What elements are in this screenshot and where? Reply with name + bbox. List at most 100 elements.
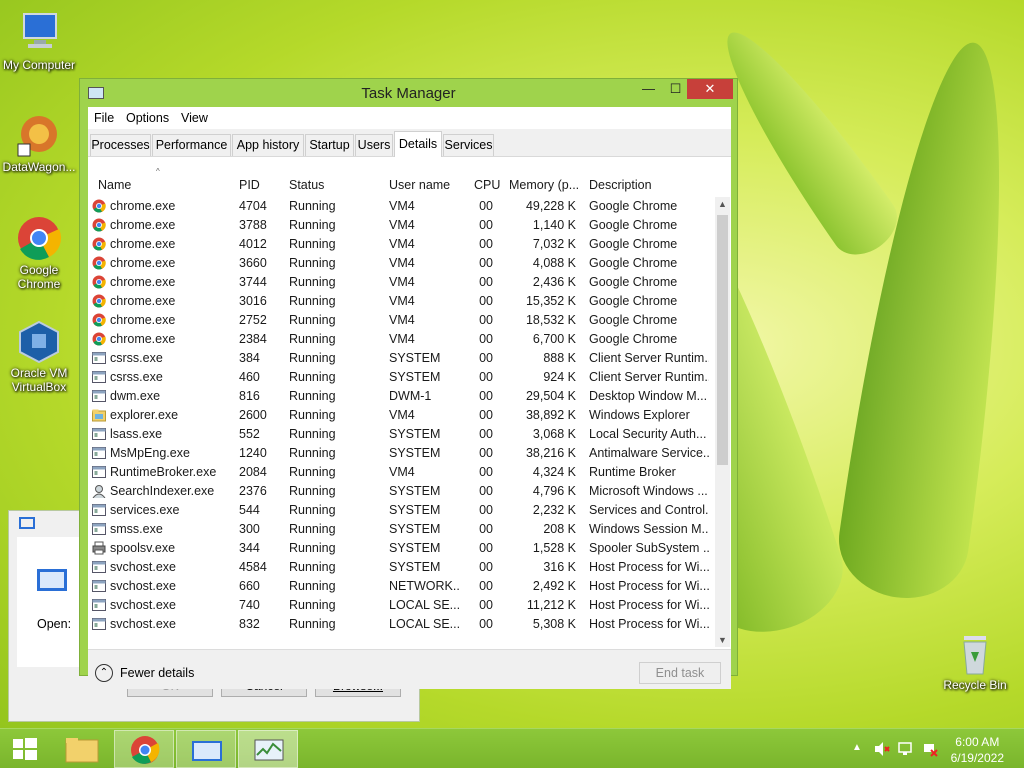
cell-status: Running xyxy=(289,484,336,498)
window-icon xyxy=(92,389,106,403)
menu-file[interactable]: File xyxy=(94,111,114,125)
table-row[interactable]: dwm.exe 816 Running DWM-1 00 29,504 K Desktop … xyxy=(88,387,716,406)
table-row[interactable]: RuntimeBroker.exe 2084 Running VM4 00 4,324 K… xyxy=(88,463,716,482)
cell-cpu: 00 xyxy=(479,579,493,593)
column-header-description[interactable]: Description xyxy=(589,178,709,192)
virtualbox-icon xyxy=(16,318,62,364)
cell-cpu: 00 xyxy=(479,389,493,403)
window-icon xyxy=(92,446,106,460)
desktop-icon-chrome[interactable]: Google Chrome xyxy=(0,215,78,291)
table-row[interactable]: chrome.exe 3788 Running VM4 00 1,140 K Google … xyxy=(88,216,716,235)
volume-muted-icon[interactable] xyxy=(874,741,890,756)
table-row[interactable]: explorer.exe 2600 Running VM4 00 38,892 K Wind… xyxy=(88,406,716,425)
table-row[interactable]: svchost.exe 740 Running LOCAL SE... 00 11,212… xyxy=(88,596,716,615)
cell-pid: 2752 xyxy=(239,313,267,327)
action-center-icon[interactable] xyxy=(922,741,938,757)
desktop-icon-virtualbox[interactable]: Oracle VM VirtualBox xyxy=(0,318,78,394)
taskbar: ▲ 6:00 AM 6/19/2022 xyxy=(0,728,1024,768)
cell-pid: 2384 xyxy=(239,332,267,346)
cell-pid: 832 xyxy=(239,617,260,631)
desktop-icon-my-computer[interactable]: My Computer xyxy=(0,10,78,72)
cell-name: chrome.exe xyxy=(110,218,176,232)
start-button[interactable] xyxy=(0,730,50,768)
column-header-user-name[interactable]: User name xyxy=(389,178,469,192)
chrome-icon xyxy=(16,215,62,261)
column-header-cpu[interactable]: CPU xyxy=(474,178,506,192)
clock-time: 6:00 AM xyxy=(955,735,1000,749)
cell-pid: 2376 xyxy=(239,484,267,498)
menu-options[interactable]: Options xyxy=(126,111,169,125)
table-row[interactable]: chrome.exe 2384 Running VM4 00 6,700 K Google … xyxy=(88,330,716,349)
cell-user: SYSTEM xyxy=(389,446,441,460)
tab-app-history[interactable]: App history xyxy=(232,134,304,156)
vertical-scrollbar[interactable]: ▲ ▼ xyxy=(715,197,730,647)
cell-name: svchost.exe xyxy=(110,560,177,574)
scroll-down-icon[interactable]: ▼ xyxy=(718,635,727,645)
scroll-up-icon[interactable]: ▲ xyxy=(718,199,727,209)
cell-mem: 1,528 K xyxy=(532,541,576,555)
menu-view[interactable]: View xyxy=(181,111,208,125)
title-bar[interactable]: Task Manager — ☐ ✕ xyxy=(80,79,737,107)
cell-desc: Host Process for Wi... xyxy=(589,579,709,593)
table-row[interactable]: svchost.exe 660 Running NETWORK... 00 2,492 K… xyxy=(88,577,716,596)
cell-name: explorer.exe xyxy=(110,408,179,422)
tab-performance[interactable]: Performance xyxy=(152,134,231,156)
cell-name: svchost.exe xyxy=(110,579,177,593)
tab-users[interactable]: Users xyxy=(355,134,393,156)
show-hidden-icons-arrow[interactable]: ▲ xyxy=(852,742,862,753)
fewer-details-link[interactable]: Fewer details xyxy=(120,666,194,680)
taskbar-chrome[interactable] xyxy=(114,730,174,768)
table-row[interactable]: lsass.exe 552 Running SYSTEM 00 3,068 K Local … xyxy=(88,425,716,444)
clock-date: 6/19/2022 xyxy=(950,751,1004,765)
chrome-icon xyxy=(92,199,106,213)
table-row[interactable]: services.exe 544 Running SYSTEM 00 2,232 K Ser… xyxy=(88,501,716,520)
window-icon xyxy=(92,465,106,479)
cell-desc: Google Chrome xyxy=(589,199,678,213)
system-clock[interactable]: 6:00 AM 6/19/2022 xyxy=(951,734,1004,766)
cell-desc: Services and Control... xyxy=(589,503,709,517)
taskbar-run[interactable] xyxy=(176,730,236,768)
chrome-icon xyxy=(92,256,106,270)
table-row[interactable]: smss.exe 300 Running SYSTEM 00 208 K Windows S… xyxy=(88,520,716,539)
table-row[interactable]: chrome.exe 3016 Running VM4 00 15,352 K Google… xyxy=(88,292,716,311)
maximize-button[interactable]: ☐ xyxy=(662,79,689,99)
tab-startup[interactable]: Startup xyxy=(305,134,354,156)
network-icon[interactable] xyxy=(898,741,914,755)
window-icon xyxy=(92,617,106,631)
taskbar-explorer[interactable] xyxy=(52,730,112,768)
desktop-icon-datawagon[interactable]: DataWagon... xyxy=(0,112,78,174)
table-row[interactable]: chrome.exe 4704 Running VM4 00 49,228 K Google… xyxy=(88,197,716,216)
column-header-memory[interactable]: Memory (p... xyxy=(509,178,581,192)
column-header-pid[interactable]: PID xyxy=(239,178,284,192)
close-button[interactable]: ✕ xyxy=(687,79,733,99)
end-task-button[interactable]: End task xyxy=(639,662,721,684)
column-header-status[interactable]: Status xyxy=(289,178,379,192)
scrollbar-thumb[interactable] xyxy=(717,215,728,465)
table-row[interactable]: SearchIndexer.exe 2376 Running SYSTEM 00 4,79… xyxy=(88,482,716,501)
table-row[interactable]: chrome.exe 3744 Running VM4 00 2,436 K Google … xyxy=(88,273,716,292)
column-header-name[interactable]: Name xyxy=(98,178,228,192)
cell-cpu: 00 xyxy=(479,370,493,384)
cell-status: Running xyxy=(289,256,336,270)
cell-mem: 18,532 K xyxy=(525,313,576,327)
table-row[interactable]: chrome.exe 2752 Running VM4 00 18,532 K Google… xyxy=(88,311,716,330)
cell-mem: 4,796 K xyxy=(532,484,576,498)
table-row[interactable]: csrss.exe 384 Running SYSTEM 00 888 K Client S… xyxy=(88,349,716,368)
table-row[interactable]: chrome.exe 4012 Running VM4 00 7,032 K Google … xyxy=(88,235,716,254)
tab-details[interactable]: Details xyxy=(394,131,442,157)
table-row[interactable]: spoolsv.exe 344 Running SYSTEM 00 1,528 K Spoo… xyxy=(88,539,716,558)
tab-services[interactable]: Services xyxy=(443,134,494,156)
cell-user: VM4 xyxy=(389,294,415,308)
table-row[interactable]: svchost.exe 832 Running LOCAL SE... 00 5,308 … xyxy=(88,615,716,634)
table-row[interactable]: MsMpEng.exe 1240 Running SYSTEM 00 38,216 K An… xyxy=(88,444,716,463)
desktop-icon-recycle-bin[interactable]: Recycle Bin xyxy=(936,630,1014,692)
table-row[interactable]: chrome.exe 3660 Running VM4 00 4,088 K Google … xyxy=(88,254,716,273)
chevron-up-icon[interactable]: ⌃ xyxy=(95,664,113,682)
table-row[interactable]: svchost.exe 4584 Running SYSTEM 00 316 K Host … xyxy=(88,558,716,577)
taskbar-task-manager[interactable] xyxy=(238,730,298,768)
cell-pid: 816 xyxy=(239,389,260,403)
tab-processes[interactable]: Processes xyxy=(90,134,151,156)
minimize-button[interactable]: — xyxy=(635,79,662,99)
table-row[interactable]: csrss.exe 460 Running SYSTEM 00 924 K Client S… xyxy=(88,368,716,387)
cell-status: Running xyxy=(289,617,336,631)
